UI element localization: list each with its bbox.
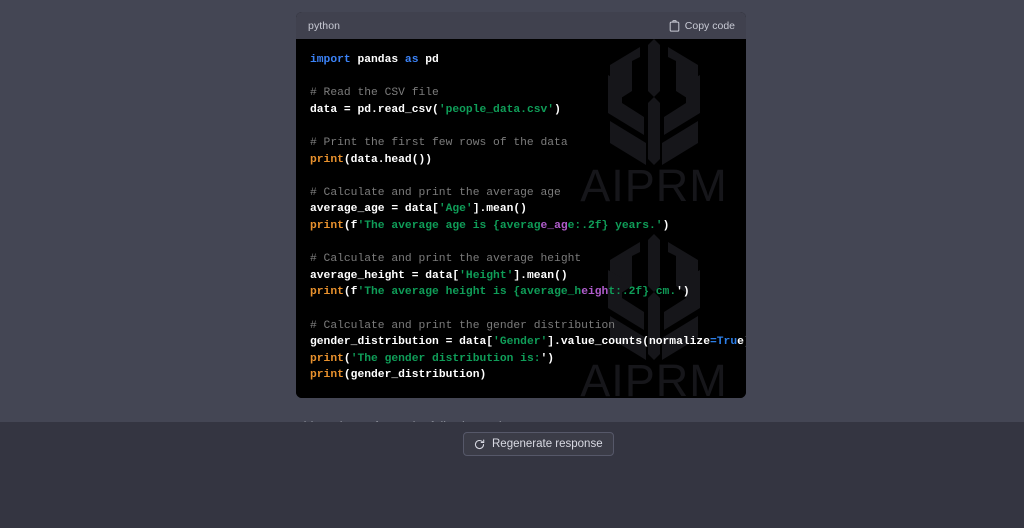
code-line: print(f'The average age is {average_age:… [310, 218, 732, 235]
code-token: (f [343, 219, 358, 232]
code-token: ') [676, 286, 690, 299]
code-token: (data.head()) [343, 153, 433, 166]
copy-code-label: Copy code [684, 19, 735, 32]
code-line: gender_distribution = data['Gender'].val… [310, 334, 746, 351]
code-token: ) [554, 103, 561, 116]
code-line: print(gender_distribution) [310, 367, 732, 384]
conversation-area: python Copy code AIPRM AIPRM import pand… [0, 0, 1024, 422]
code-token: print [310, 286, 344, 299]
code-token: # Calculate and print the average age [310, 186, 561, 199]
code-token: ].mean() [472, 203, 527, 216]
code-block: python Copy code AIPRM AIPRM import pand… [296, 12, 746, 398]
code-token: 'The average height is {average_h [357, 286, 582, 299]
code-block-body: AIPRM AIPRM import pandas as pd # Read t… [296, 39, 746, 398]
code-token: # Calculate and print the average height [310, 253, 582, 266]
code-line: average_height = data['Height'].mean() [310, 268, 732, 285]
code-token: 'The gender distribution is: [350, 352, 541, 365]
regenerate-response-button[interactable]: Regenerate response [463, 432, 614, 456]
code-token: eigh [581, 286, 609, 299]
regenerate-response-label: Regenerate response [492, 438, 603, 450]
code-token: data = pd.read_csv( [310, 103, 439, 116]
code-line: import pandas as pd [310, 52, 732, 69]
code-token: =Tru [709, 336, 738, 349]
code-token: 'Gender' [493, 336, 548, 349]
refresh-icon [474, 438, 485, 450]
code-line: print(data.head()) [310, 152, 732, 169]
code-token: print [310, 369, 344, 382]
code-token: pandas [350, 54, 405, 66]
code-token: e:.2f} years.' [567, 219, 663, 232]
code-line: data = pd.read_csv('people_data.csv') [310, 102, 732, 119]
code-token: 'The average age is {averag [357, 219, 541, 232]
code-token: ].value_counts(normalize [547, 336, 710, 349]
code-token: pd [418, 54, 439, 66]
code-token: ( [343, 352, 351, 365]
composer-area: Regenerate response Output in English [0, 422, 1024, 528]
code-token: # Calculate and print the gender distrib… [310, 319, 616, 332]
code-token: # Read the CSV file [310, 87, 439, 100]
code-token: 'Age' [438, 203, 473, 216]
code-language-label: python [308, 19, 341, 32]
code-token: (f [343, 286, 358, 299]
code-token: e_ag [540, 219, 568, 232]
copy-code-button[interactable]: Copy code [669, 20, 735, 32]
code-token: ].mean() [513, 269, 568, 282]
code-token: (gender_distribution) [343, 369, 487, 382]
code-line: # Calculate and print the gender distrib… [310, 318, 732, 335]
code-token: # Print the first few rows of the data [310, 136, 568, 149]
code-token: as [404, 54, 419, 66]
code-token: average_height = data[ [310, 269, 460, 282]
code-token: ') [540, 352, 555, 365]
code-token: print [310, 352, 344, 365]
code-token: 'Height' [459, 269, 514, 282]
clipboard-icon [669, 19, 680, 32]
code-token: print [310, 219, 344, 232]
code-token: t:.2f} cm. [608, 286, 677, 299]
code-token: 'people_data.csv' [438, 103, 555, 116]
code-line: # Print the first few rows of the data [310, 135, 732, 152]
code-content[interactable]: import pandas as pd # Read the CSV file d… [296, 52, 746, 384]
code-line: print('The gender distribution is:') [310, 351, 732, 368]
code-token: import [310, 54, 351, 66]
code-token: ) [662, 219, 670, 232]
code-block-header: python Copy code [296, 12, 746, 39]
code-line: print(f'The average height is {average_h… [310, 284, 732, 301]
code-token: gender_distribution = data[ [310, 336, 494, 349]
code-token: e) * [737, 336, 746, 349]
app-root: python Copy code AIPRM AIPRM import pand… [0, 0, 1024, 528]
code-line: # Calculate and print the average height [310, 251, 732, 268]
code-token: average_age = data[ [310, 203, 439, 216]
code-line: # Read the CSV file [310, 85, 732, 102]
code-line: average_age = data['Age'].mean() [310, 201, 732, 218]
code-token: print [310, 153, 344, 166]
code-line: # Calculate and print the average age [310, 185, 732, 202]
